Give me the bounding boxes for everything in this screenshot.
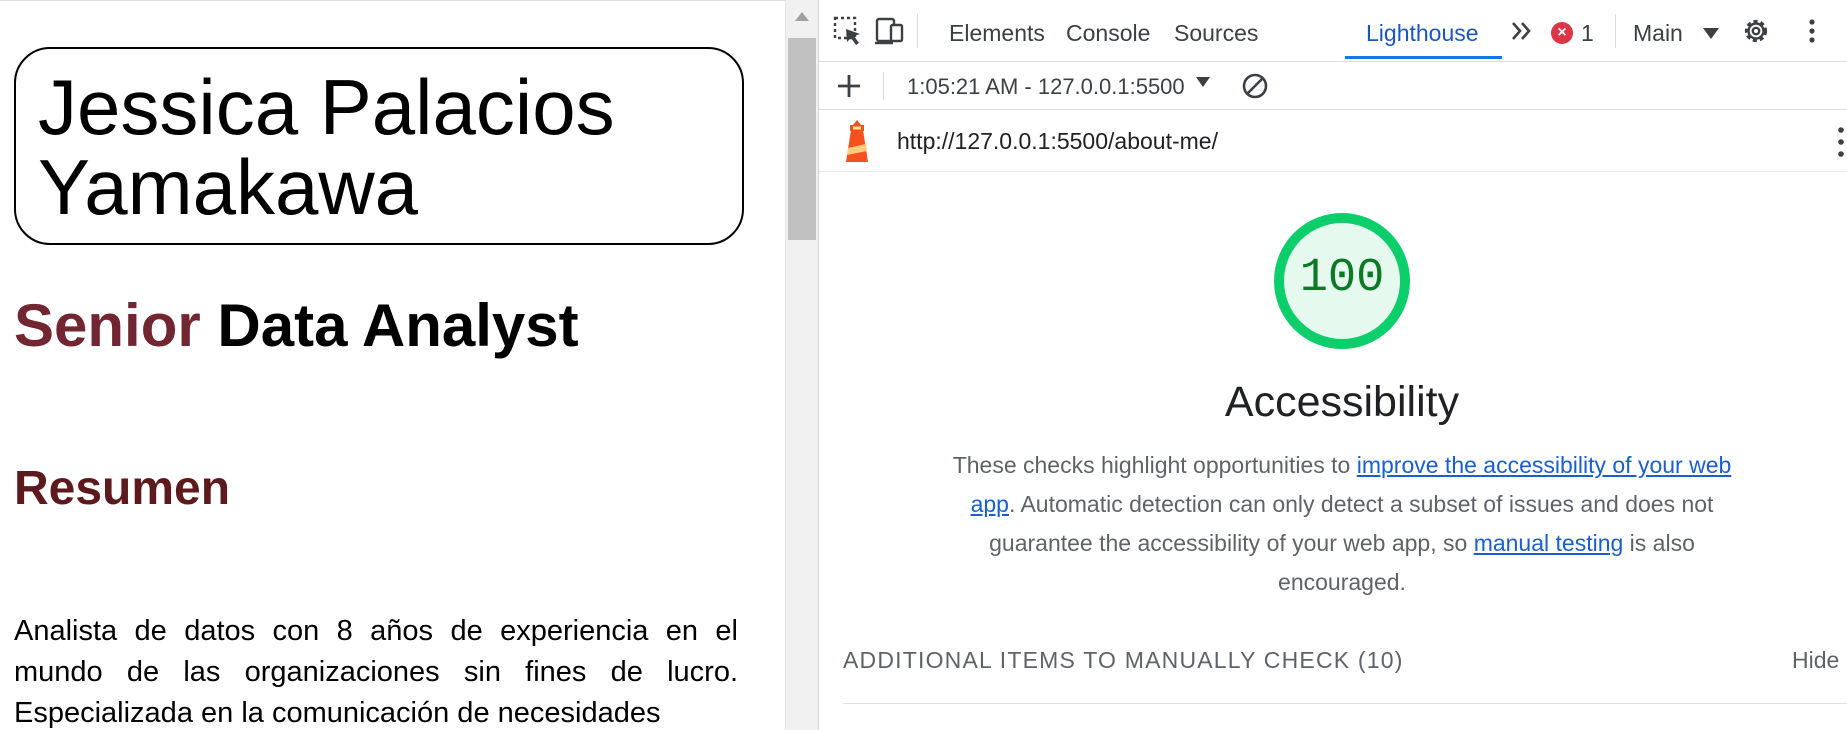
more-tabs-icon[interactable]	[1505, 14, 1539, 48]
report-dropdown-icon[interactable]	[1196, 77, 1210, 87]
person-name: Jessica Palacios Yamakawa	[38, 63, 615, 231]
device-toolbar-icon[interactable]	[873, 14, 907, 48]
toolbar-separator	[1615, 14, 1616, 48]
lighthouse-logo-icon	[846, 120, 868, 162]
context-dropdown-icon[interactable]	[1703, 28, 1719, 39]
tab-lighthouse[interactable]: Lighthouse	[1366, 20, 1479, 47]
devtools-panel: Elements Console Sources Lighthouse × 1 …	[818, 0, 1847, 730]
tab-sources[interactable]: Sources	[1174, 20, 1258, 47]
page-scrollbar[interactable]	[785, 0, 818, 730]
error-count[interactable]: 1	[1581, 20, 1594, 47]
report-url-bar: http://127.0.0.1:5500/about-me/	[819, 110, 1847, 172]
job-title: Senior Data Analyst	[14, 291, 579, 361]
toolbar-separator	[883, 72, 884, 100]
job-title-rest: Data Analyst	[217, 292, 579, 359]
devtools-toolbar: Elements Console Sources Lighthouse × 1 …	[819, 0, 1847, 62]
kebab-menu-icon[interactable]	[1795, 14, 1829, 48]
report-selector[interactable]: 1:05:21 AM - 127.0.0.1:5500	[907, 74, 1185, 100]
tab-elements[interactable]: Elements	[949, 20, 1045, 47]
page-viewport: Jessica Palacios Yamakawa Senior Data An…	[0, 0, 785, 730]
category-description: These checks highlight opportunities to …	[949, 446, 1735, 602]
tab-console[interactable]: Console	[1066, 20, 1150, 47]
job-title-accent: Senior	[14, 292, 201, 359]
report-menu-icon[interactable]	[1837, 124, 1845, 160]
summary-heading: Resumen	[14, 462, 231, 515]
active-tab-indicator	[1345, 56, 1502, 59]
toolbar-separator	[917, 14, 918, 48]
score-value: 100	[1299, 252, 1385, 305]
manual-checks-label: ADDITIONAL ITEMS TO MANUALLY CHECK	[843, 647, 1351, 673]
name-card: Jessica Palacios Yamakawa	[14, 47, 744, 245]
scroll-thumb[interactable]	[788, 38, 816, 240]
inspect-element-icon[interactable]	[831, 14, 865, 48]
hide-toggle[interactable]: Hide	[1792, 647, 1839, 674]
section-divider	[843, 703, 1847, 704]
manual-checks-count: (10)	[1357, 647, 1404, 673]
clear-icon[interactable]	[1239, 70, 1271, 102]
manual-testing-link[interactable]: manual testing	[1474, 530, 1624, 556]
report-url: http://127.0.0.1:5500/about-me/	[897, 128, 1218, 154]
error-icon[interactable]: ×	[1551, 22, 1573, 44]
context-selector[interactable]: Main	[1633, 20, 1683, 47]
description-text: These checks highlight opportunities to	[952, 452, 1357, 478]
lighthouse-report-bar: 1:05:21 AM - 127.0.0.1:5500	[819, 62, 1847, 110]
settings-gear-icon[interactable]	[1739, 14, 1773, 48]
summary-text: Analista de datos con 8 años de experien…	[14, 615, 738, 729]
manual-checks-heading[interactable]: ADDITIONAL ITEMS TO MANUALLY CHECK (10)	[843, 647, 1404, 674]
category-title: Accessibility	[1224, 378, 1460, 426]
plus-icon[interactable]	[833, 70, 865, 102]
scroll-up-arrow-icon[interactable]	[795, 12, 809, 21]
